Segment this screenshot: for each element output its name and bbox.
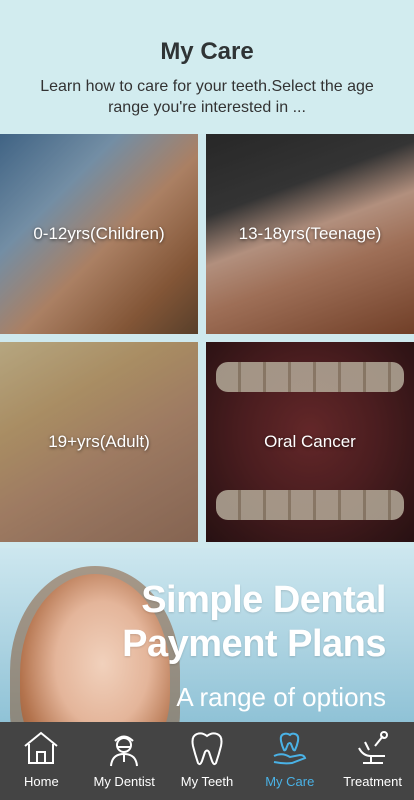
tile-label: Oral Cancer [264,432,356,451]
tab-label: Treatment [343,774,402,789]
tile-teenage[interactable]: 13-18yrs(Teenage) [206,134,414,334]
payment-plans-banner[interactable]: Simple Dental Payment Plans A range of o… [0,548,414,723]
tab-home[interactable]: Home [0,722,83,800]
tab-label: Home [24,774,59,789]
tile-label: 19+yrs(Adult) [48,432,150,451]
tab-label: My Teeth [180,774,234,789]
tab-treatment[interactable]: Treatment [331,722,414,800]
banner-headline: Simple Dental Payment Plans [122,578,386,666]
tab-my-teeth[interactable]: My Teeth [166,722,249,800]
tab-my-dentist[interactable]: My Dentist [83,722,166,800]
dental-chair-icon [357,731,388,764]
tab-label: My Dentist [93,774,155,789]
header: My Care Learn how to care for your teeth… [0,0,414,134]
bottom-tab-bar: Home My Dentist My Teeth My Care Treatme… [0,722,414,800]
page-title: My Care [160,38,254,65]
home-icon [24,731,59,764]
tile-label: 0-12yrs(Children) [33,224,165,243]
banner-headline-line2: Payment Plans [122,623,386,665]
dentist-icon [110,735,139,767]
page-subtitle: Learn how to care for your teeth.Select … [40,78,374,116]
tab-my-care[interactable]: My Care [248,722,331,800]
banner-subtext: A range of options [176,682,386,712]
tile-oral-cancer[interactable]: Oral Cancer [206,342,414,542]
care-hand-tooth-icon [273,732,307,765]
tile-label: 13-18yrs(Teenage) [238,224,382,243]
tab-label: My Care [265,774,315,789]
tile-children[interactable]: 0-12yrs(Children) [0,134,198,334]
banner-headline-line1: Simple Dental [141,579,386,621]
tile-adult[interactable]: 19+yrs(Adult) [0,342,198,542]
tooth-icon [191,732,223,766]
